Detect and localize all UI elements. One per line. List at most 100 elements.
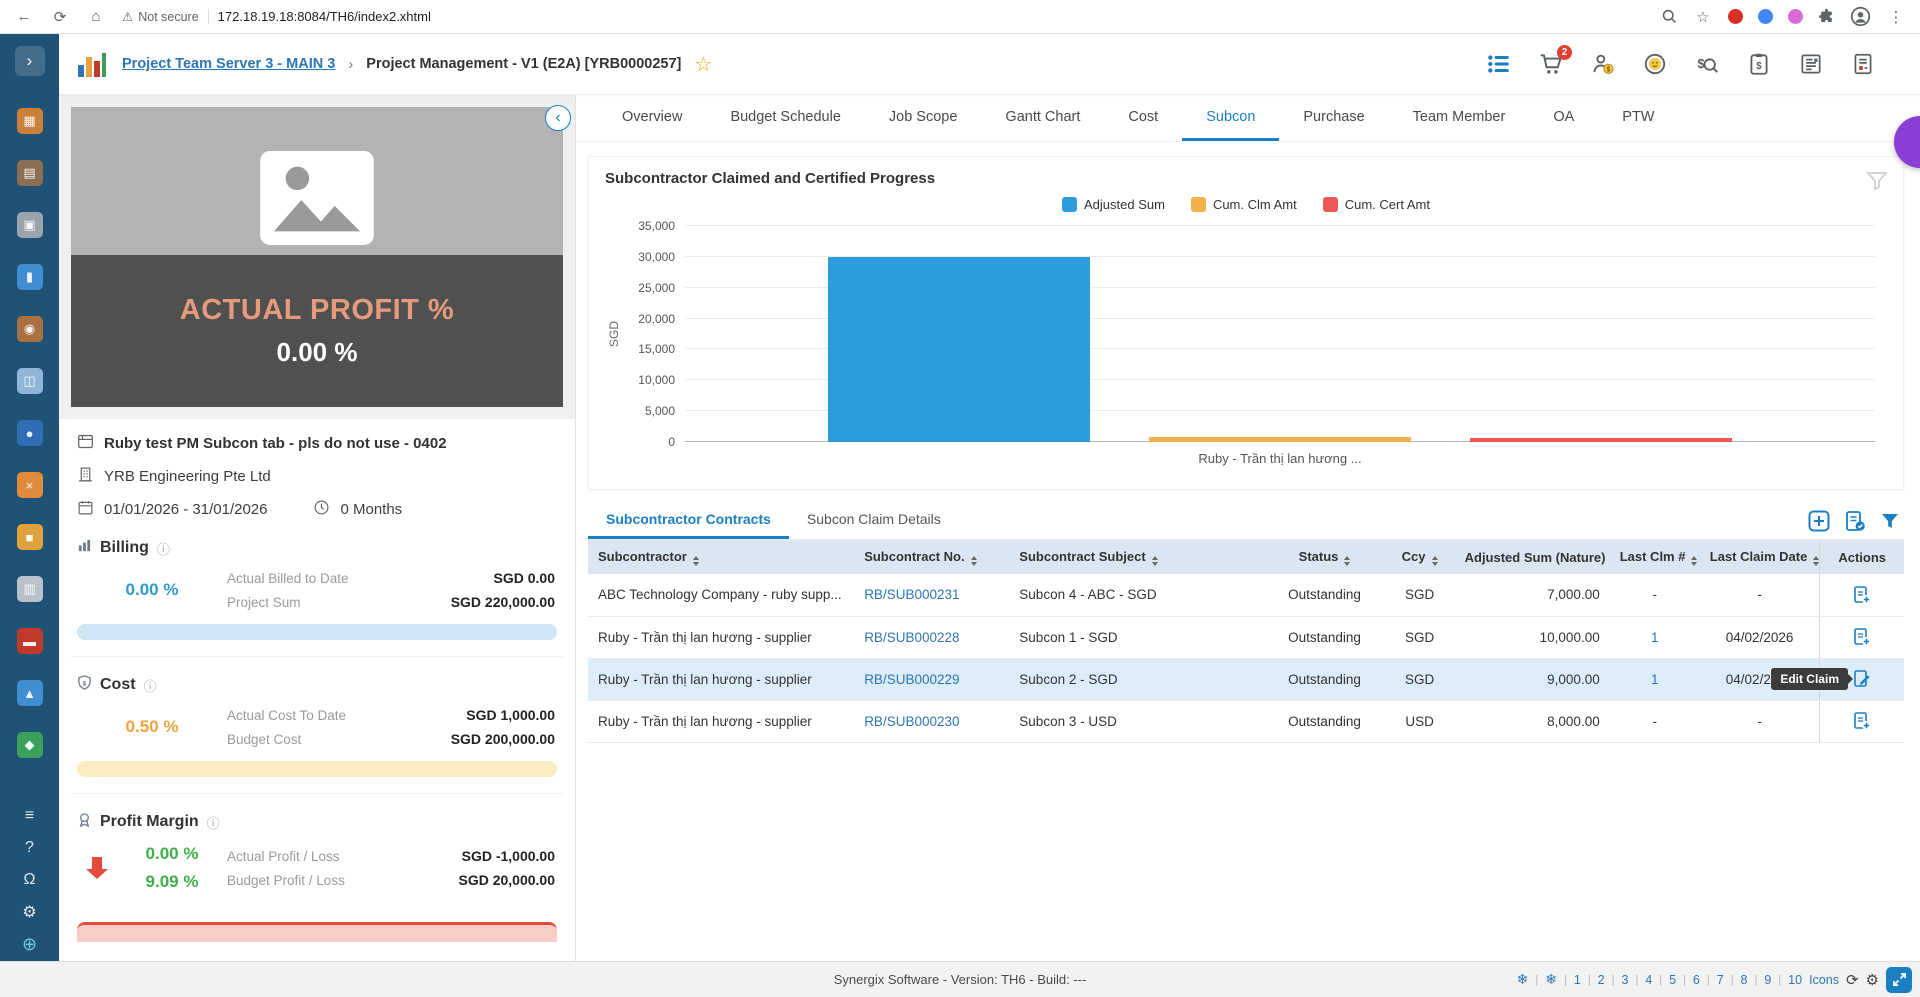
legend-item-adjusted-sum[interactable]: Adjusted Sum — [1062, 197, 1165, 212]
extensions-puzzle-icon[interactable] — [1818, 8, 1835, 25]
tools-icon[interactable]: × — [16, 472, 43, 498]
panel-collapse-button[interactable]: ‹ — [545, 105, 571, 131]
cell-last_clm[interactable]: 1 — [1609, 616, 1700, 659]
bookmark-star-icon[interactable]: ☆ — [1693, 8, 1713, 26]
gallery-icon[interactable]: ▣ — [16, 212, 43, 238]
cell-no[interactable]: RB/SUB000230 — [854, 700, 1010, 743]
extension-pink-icon[interactable] — [1788, 9, 1803, 24]
table-row[interactable]: Ruby - Trần thị lan hương - supplier RB/S… — [588, 616, 1904, 659]
tab-oa[interactable]: OA — [1529, 95, 1598, 141]
add-claim-icon[interactable] — [1852, 627, 1872, 647]
package-icon[interactable]: ■ — [16, 524, 43, 550]
page-link-7[interactable]: 7 — [1717, 973, 1724, 987]
col-header-ccy[interactable]: Ccy — [1384, 540, 1455, 574]
col-header-subcontract-subject[interactable]: Subcontract Subject — [1009, 540, 1265, 574]
favorite-star-icon[interactable]: ☆ — [694, 52, 712, 77]
page-link-3[interactable]: 3 — [1621, 973, 1628, 987]
back-icon[interactable]: ← — [14, 8, 34, 25]
info-icon[interactable]: ⓘ — [207, 813, 220, 832]
page-link-4[interactable]: 4 — [1645, 973, 1652, 987]
subcontract-link[interactable]: RB/SUB000228 — [864, 630, 959, 645]
task-list-icon[interactable] — [1486, 51, 1512, 77]
info-icon[interactable]: ⓘ — [157, 539, 170, 558]
cell-no[interactable]: RB/SUB000228 — [854, 616, 1010, 659]
cart-icon[interactable]: 2 — [1538, 45, 1572, 77]
refresh-icon[interactable]: ⟳ — [50, 8, 70, 26]
tab-cost[interactable]: Cost — [1104, 95, 1182, 141]
settings-gear-icon[interactable]: ⚙ — [1866, 971, 1879, 989]
page-link-5[interactable]: 5 — [1669, 973, 1676, 987]
tab-purchase[interactable]: Purchase — [1279, 95, 1388, 141]
col-header-subcontract-no[interactable]: Subcontract No. — [854, 540, 1010, 574]
page-link-2[interactable]: 2 — [1598, 973, 1605, 987]
apps-icon[interactable]: ● — [16, 420, 43, 446]
menu-icon[interactable]: ≡ — [18, 805, 42, 827]
billing-clipboard-icon[interactable]: $ — [1746, 51, 1772, 77]
claims-report-icon[interactable] — [1844, 510, 1866, 532]
refresh-footer-icon[interactable]: ⟳ — [1846, 971, 1859, 989]
page-link-9[interactable]: 9 — [1764, 973, 1771, 987]
table-row[interactable]: Ruby - Trần thị lan hương - supplier RB/S… — [588, 658, 1904, 701]
tab-ptw[interactable]: PTW — [1598, 95, 1678, 141]
report-icon[interactable] — [1850, 51, 1876, 77]
breadcrumb-root-link[interactable]: Project Team Server 3 - MAIN 3 — [122, 56, 335, 72]
help-icon[interactable]: ? — [18, 837, 42, 859]
security-status[interactable]: ⚠ Not secure — [122, 9, 199, 25]
tab-budget-schedule[interactable]: Budget Schedule — [706, 95, 864, 141]
home-icon[interactable]: ⌂ — [86, 8, 106, 25]
clipboard-icon[interactable]: ▥ — [16, 576, 43, 602]
col-header-adjusted-sum-nature[interactable]: Adjusted Sum (Nature) — [1454, 540, 1610, 574]
tab-job-scope[interactable]: Job Scope — [865, 95, 982, 141]
dollar-search-icon[interactable]: $ — [1694, 51, 1720, 77]
page-link-10[interactable]: 10 — [1788, 973, 1802, 987]
subcontract-link[interactable]: RB/SUB000230 — [864, 714, 959, 729]
page-link-6[interactable]: 6 — [1693, 973, 1700, 987]
table-row[interactable]: ABC Technology Company - ruby supp... RB/… — [588, 574, 1904, 617]
tab-gantt-chart[interactable]: Gantt Chart — [981, 95, 1104, 141]
table-filter-icon[interactable] — [1880, 511, 1900, 531]
col-header-subcontractor[interactable]: Subcontractor — [588, 540, 855, 574]
bell-icon[interactable]: Ω — [18, 869, 42, 891]
profile-icon[interactable] — [1850, 6, 1871, 27]
tab-subcon[interactable]: Subcon — [1182, 95, 1280, 141]
cell-no[interactable]: RB/SUB000231 — [854, 574, 1010, 617]
photos-icon[interactable]: ◫ — [16, 368, 43, 394]
tab-subcon-claim-details[interactable]: Subcon Claim Details — [789, 502, 959, 539]
info-icon[interactable]: ⓘ — [144, 676, 157, 695]
projects-icon[interactable]: ▦ — [16, 108, 43, 134]
add-claim-icon[interactable] — [1852, 711, 1872, 731]
subcontract-link[interactable]: RB/SUB000231 — [864, 587, 959, 602]
extension-red-icon[interactable] — [1728, 9, 1743, 24]
tab-overview[interactable]: Overview — [598, 95, 706, 141]
page-link-8[interactable]: 8 — [1741, 973, 1748, 987]
cart-side-icon[interactable]: ▲ — [16, 680, 43, 706]
zoom-icon[interactable] — [1661, 8, 1678, 25]
subcontract-link[interactable]: RB/SUB000229 — [864, 672, 959, 687]
snowflake-icon[interactable]: ❄ — [1545, 971, 1557, 988]
legend-item-cum-clm-amt[interactable]: Cum. Clm Amt — [1190, 197, 1297, 212]
legend-item-cum-cert-amt[interactable]: Cum. Cert Amt — [1322, 197, 1430, 212]
user-finance-icon[interactable]: $ — [1590, 51, 1616, 77]
icons-link[interactable]: Icons — [1809, 973, 1839, 987]
cell-last_clm[interactable]: 1 — [1609, 658, 1700, 701]
last-claim-link[interactable]: 1 — [1651, 630, 1659, 645]
col-header-status[interactable]: Status — [1264, 540, 1385, 574]
col-header-actions[interactable]: Actions — [1819, 540, 1904, 574]
cell-no[interactable]: RB/SUB000229 — [854, 658, 1010, 701]
col-header-last-clm[interactable]: Last Clm # — [1609, 540, 1700, 574]
add-claim-icon[interactable] — [1852, 585, 1872, 605]
table-row[interactable]: Ruby - Trần thị lan hương - supplier RB/S… — [588, 700, 1904, 743]
torch-icon[interactable]: ▮ — [16, 264, 43, 290]
gear-icon[interactable]: ⚙ — [18, 901, 42, 923]
page-link-1[interactable]: 1 — [1574, 973, 1581, 987]
globe-icon[interactable]: ⊕ — [18, 933, 42, 955]
extension-blue-icon[interactable] — [1758, 9, 1773, 24]
archive-icon[interactable]: ▤ — [16, 160, 43, 186]
col-header-last-claim-date[interactable]: Last Claim Date — [1699, 540, 1820, 574]
tab-team-member[interactable]: Team Member — [1389, 95, 1530, 141]
fullscreen-button[interactable] — [1886, 966, 1912, 993]
team-icon[interactable]: ◉ — [16, 316, 43, 342]
address-bar[interactable]: ⚠ Not secure 172.18.19.18:8084/TH6/index… — [122, 9, 431, 24]
sidebar-expand-button[interactable]: › — [14, 46, 45, 76]
tab-subcontractor-contracts[interactable]: Subcontractor Contracts — [588, 502, 789, 539]
